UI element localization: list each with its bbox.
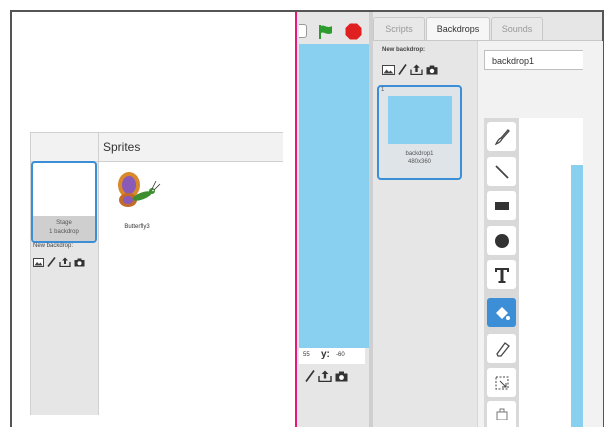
upload-icon[interactable] [59, 254, 71, 272]
ellipse-tool[interactable] [487, 226, 516, 255]
fullscreen-toggle[interactable] [299, 24, 307, 38]
paint-canvas-fill [571, 165, 583, 427]
line-tool[interactable] [487, 157, 516, 186]
tab-scripts[interactable]: Scripts [373, 17, 425, 40]
brush-icon [494, 128, 510, 145]
app-frame: Sprites Stage 1 backdrop New backdrop: B… [0, 0, 614, 427]
stamp-icon [496, 408, 507, 420]
camera-icon[interactable] [74, 254, 85, 272]
text-icon [494, 267, 509, 283]
coord-x-value: 55 [303, 352, 310, 358]
backdrop-number: 1 [381, 87, 385, 93]
coord-y-label: y: [321, 349, 330, 360]
brush-tool[interactable] [487, 122, 516, 151]
new-backdrop-label: New backdrop: [33, 243, 74, 249]
green-flag-icon[interactable] [318, 24, 334, 45]
paint-new-icon[interactable] [398, 62, 407, 80]
sprites-header [30, 132, 283, 162]
new-backdrop-label: New backdrop: [382, 47, 426, 53]
editor-right-edge [583, 41, 602, 427]
paint-new-icon[interactable] [47, 254, 56, 272]
butterfly-sprite-icon [118, 172, 161, 207]
select-icon [495, 376, 508, 389]
fill-tool[interactable] [487, 298, 516, 327]
upload-icon[interactable] [318, 369, 332, 387]
mouse-coordinates: 55 y: -60 [299, 348, 365, 364]
paint-new-icon[interactable] [305, 369, 315, 387]
sprite-tile-butterfly3[interactable] [108, 163, 166, 233]
coord-y-value: -60 [336, 352, 345, 358]
select-tool[interactable] [487, 368, 516, 397]
line-icon [494, 164, 509, 179]
tab-sounds[interactable]: Sounds [491, 17, 543, 40]
camera-icon[interactable] [426, 62, 438, 80]
rectangle-tool[interactable] [487, 191, 516, 220]
stop-icon[interactable] [345, 23, 362, 45]
backdrop-name: backdrop1 [405, 151, 434, 157]
eraser-icon [495, 341, 510, 357]
backdrop-caption: backdrop1 480x360 [377, 150, 462, 166]
backdrop-size: 480x360 [407, 159, 432, 165]
ellipse-icon [494, 233, 509, 248]
library-icon[interactable] [382, 62, 395, 80]
sprites-title: Sprites [103, 140, 141, 154]
tab-backdrops[interactable]: Backdrops [426, 17, 490, 40]
stage-label: Stage [56, 220, 72, 226]
sprite-name: Butterfly3 [124, 224, 150, 230]
stage-thumbnail[interactable]: Stage 1 backdrop [31, 161, 97, 243]
backdrop-preview [388, 96, 452, 144]
new-backdrop-buttons [382, 62, 438, 80]
stage-new-buttons [305, 369, 348, 387]
rectangle-icon [494, 201, 509, 210]
eraser-tool[interactable] [487, 334, 516, 363]
stage-thumbnail-label: Stage 1 backdrop [33, 216, 95, 241]
stage-canvas[interactable] [299, 44, 369, 348]
text-tool[interactable] [487, 260, 516, 289]
fill-icon [495, 306, 510, 320]
stage-backdrop-count: 1 backdrop [49, 229, 79, 235]
sprites-header-divider [98, 132, 99, 162]
library-icon[interactable] [33, 254, 44, 272]
upload-icon[interactable] [410, 62, 423, 80]
backdrop-name-field[interactable]: backdrop1 [484, 50, 584, 70]
new-backdrop-buttons [33, 254, 85, 272]
duplicate-tool[interactable] [487, 401, 516, 427]
camera-icon[interactable] [335, 369, 348, 387]
